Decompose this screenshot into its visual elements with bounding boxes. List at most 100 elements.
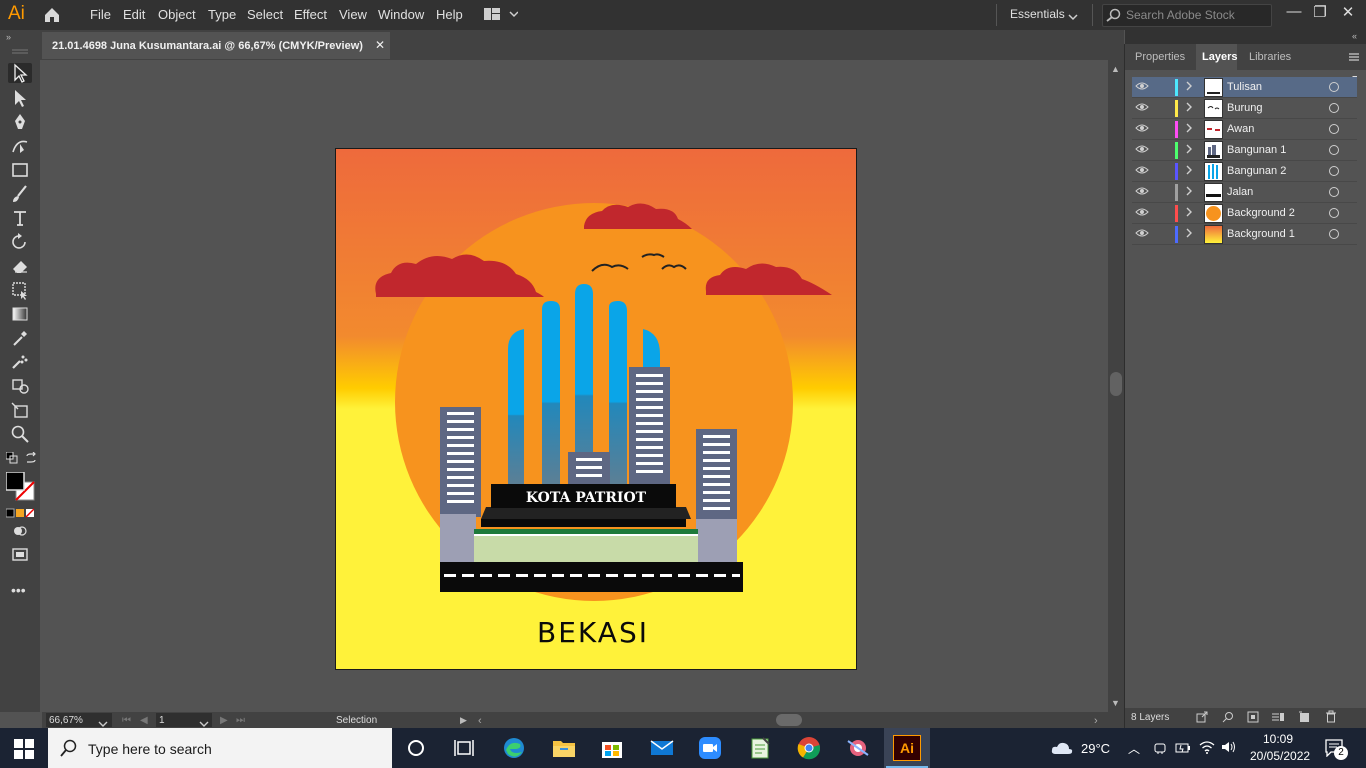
edge-icon[interactable] (500, 734, 528, 762)
menu-edit[interactable]: Edit (123, 7, 145, 22)
layer-name[interactable]: Bangunan 1 (1227, 144, 1286, 156)
artboard[interactable]: KOTA PATRIOT BEKASI (335, 148, 857, 670)
color-mode-icons[interactable] (5, 507, 35, 521)
collapse-dock-icon[interactable]: « (1352, 31, 1357, 41)
cortana-icon[interactable] (402, 734, 430, 762)
visibility-eye-icon[interactable] (1135, 228, 1149, 241)
scroll-up-icon[interactable]: ▲ (1111, 64, 1120, 74)
illustrator-icon[interactable]: Ai (893, 735, 921, 761)
locate-object-icon[interactable] (1222, 711, 1234, 726)
visibility-eye-icon[interactable] (1135, 81, 1149, 94)
more-tools-icon[interactable]: ••• (11, 582, 26, 598)
menu-window[interactable]: Window (378, 7, 424, 22)
default-fill-stroke-icon[interactable] (5, 451, 18, 467)
expand-layer-chevron-icon[interactable] (1185, 144, 1193, 157)
arrange-documents-icon[interactable] (484, 7, 519, 26)
layer-target-icon[interactable] (1329, 103, 1339, 113)
weather-icon[interactable] (1050, 740, 1074, 759)
vertical-scroll-thumb[interactable] (1110, 372, 1122, 396)
battery-icon[interactable] (1175, 742, 1191, 757)
layer-name[interactable]: Jalan (1227, 186, 1253, 198)
menu-type[interactable]: Type (208, 7, 236, 22)
horizontal-scroll-thumb[interactable] (776, 714, 802, 726)
tab-libraries[interactable]: Libraries (1249, 51, 1291, 63)
eraser-tool-icon[interactable] (8, 256, 32, 276)
layer-target-icon[interactable] (1329, 208, 1339, 218)
wifi-icon[interactable] (1199, 740, 1215, 757)
delete-layer-icon[interactable] (1325, 710, 1337, 726)
layer-target-icon[interactable] (1329, 187, 1339, 197)
curvature-tool-icon[interactable] (8, 136, 32, 156)
expand-layer-chevron-icon[interactable] (1185, 102, 1193, 115)
layer-target-icon[interactable] (1329, 229, 1339, 239)
status-menu-icon[interactable]: ▶ (460, 715, 467, 726)
clipping-mask-icon[interactable] (1247, 711, 1259, 726)
workspace-switcher[interactable]: Essentials (1010, 7, 1065, 21)
menu-help[interactable]: Help (436, 7, 463, 22)
task-view-icon[interactable] (450, 734, 478, 762)
toolbar-grip[interactable] (0, 44, 40, 58)
scroll-down-icon[interactable]: ▼ (1111, 698, 1120, 708)
close-window-button[interactable]: ✕ (1334, 3, 1362, 21)
restore-button[interactable]: ❐ (1306, 3, 1334, 21)
chevron-up-icon[interactable]: ︿ (1128, 740, 1140, 757)
swap-fill-stroke-icon[interactable] (25, 451, 37, 467)
free-transform-tool-icon[interactable] (8, 280, 32, 300)
menu-select[interactable]: Select (247, 7, 283, 22)
visibility-eye-icon[interactable] (1135, 207, 1149, 220)
menu-effect[interactable]: Effect (294, 7, 327, 22)
layer-target-icon[interactable] (1329, 145, 1339, 155)
layer-target-icon[interactable] (1329, 124, 1339, 134)
visibility-eye-icon[interactable] (1135, 123, 1149, 136)
clock-date[interactable]: 20/05/2022 (1250, 749, 1310, 763)
snipping-tool-icon[interactable] (844, 734, 872, 762)
eyedropper-tool-icon[interactable] (8, 328, 32, 348)
file-explorer-icon[interactable] (550, 734, 578, 762)
gradient-tool-icon[interactable] (8, 304, 32, 324)
export-icon[interactable] (1196, 711, 1208, 726)
panel-menu-icon[interactable] (1348, 51, 1360, 65)
type-tool-icon[interactable] (8, 208, 32, 228)
expand-layer-chevron-icon[interactable] (1185, 228, 1193, 241)
next-artboard-icon[interactable]: ▶ (220, 715, 228, 726)
zoom-app-icon[interactable] (696, 734, 724, 762)
chevron-down-icon[interactable] (1068, 10, 1078, 24)
mail-icon[interactable] (648, 734, 676, 762)
artboard-tool-icon[interactable] (8, 376, 32, 396)
scroll-left-icon[interactable]: ‹ (478, 715, 482, 727)
expand-layer-chevron-icon[interactable] (1185, 186, 1193, 199)
windows-start-icon[interactable] (14, 739, 34, 762)
layer-name[interactable]: Bangunan 2 (1227, 165, 1286, 177)
volume-icon[interactable] (1221, 740, 1237, 757)
visibility-eye-icon[interactable] (1135, 102, 1149, 115)
menu-file[interactable]: File (90, 7, 111, 22)
new-layer-icon[interactable] (1298, 711, 1310, 726)
tab-layers[interactable]: Layers (1202, 51, 1237, 63)
scroll-right-icon[interactable]: › (1094, 715, 1098, 727)
fill-stroke-swatch[interactable] (5, 471, 36, 505)
clock-time[interactable]: 10:09 (1263, 732, 1293, 746)
menu-object[interactable]: Object (158, 7, 196, 22)
symbol-sprayer-tool-icon[interactable] (8, 352, 32, 372)
expand-layer-chevron-icon[interactable] (1185, 81, 1193, 94)
new-sublayer-icon[interactable] (1271, 711, 1285, 726)
chrome-icon[interactable] (795, 734, 823, 762)
expand-layer-chevron-icon[interactable] (1185, 207, 1193, 220)
expand-layer-chevron-icon[interactable] (1185, 165, 1193, 178)
layer-name[interactable]: Tulisan (1227, 81, 1262, 93)
direct-selection-tool-icon[interactable] (8, 88, 32, 108)
layer-name[interactable]: Background 2 (1227, 207, 1295, 219)
visibility-eye-icon[interactable] (1135, 186, 1149, 199)
layer-target-icon[interactable] (1329, 82, 1339, 92)
layer-target-icon[interactable] (1329, 166, 1339, 176)
microsoft-store-icon[interactable] (598, 734, 626, 762)
paintbrush-tool-icon[interactable] (8, 184, 32, 204)
collapse-panels-icon[interactable]: » (6, 32, 11, 42)
layer-name[interactable]: Burung (1227, 102, 1262, 114)
visibility-eye-icon[interactable] (1135, 144, 1149, 157)
tab-properties[interactable]: Properties (1135, 51, 1185, 63)
visibility-eye-icon[interactable] (1135, 165, 1149, 178)
layer-name[interactable]: Background 1 (1227, 228, 1295, 240)
close-tab-button[interactable]: ✕ (375, 38, 385, 52)
device-icon[interactable] (1153, 741, 1167, 758)
